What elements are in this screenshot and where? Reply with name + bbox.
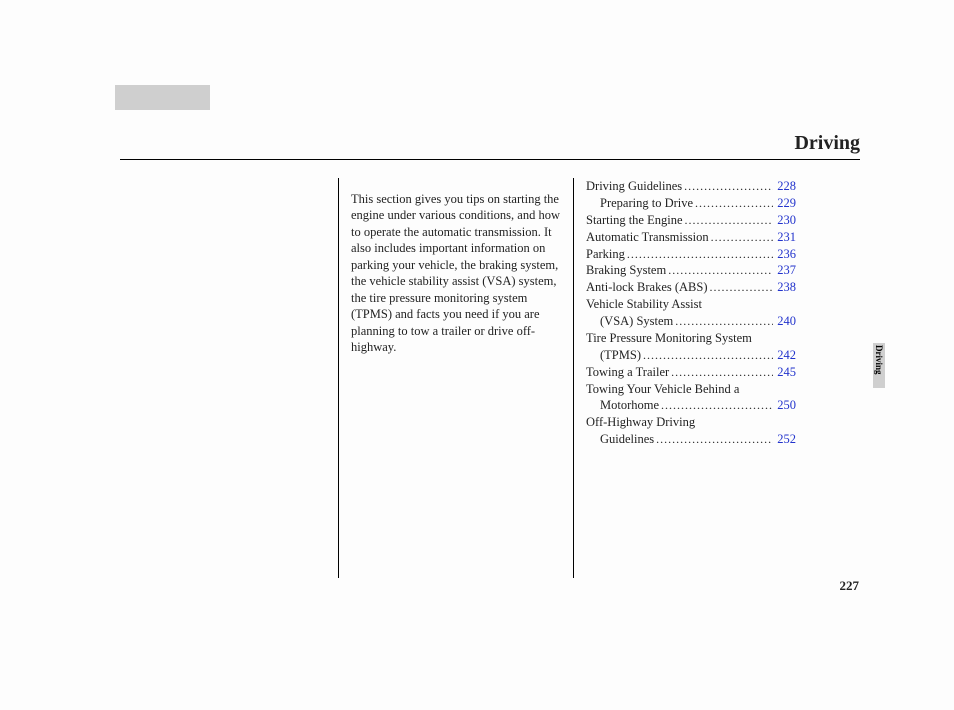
toc-leader — [669, 364, 775, 380]
toc-leader — [625, 246, 775, 262]
toc-page-link[interactable]: 238 — [775, 279, 796, 296]
toc-label: Parking — [586, 246, 625, 263]
toc-entry: Preparing to Drive 229 — [586, 195, 796, 212]
toc-label: Braking System — [586, 262, 666, 279]
toc-entry-cont: Motorhome 250 — [586, 397, 796, 414]
toc-label: Driving Guidelines — [586, 178, 682, 195]
toc-page-link[interactable]: 237 — [775, 262, 796, 279]
toc-page-link[interactable]: 229 — [775, 195, 796, 212]
side-tab-label: Driving — [874, 345, 884, 375]
toc-entry: Anti-lock Brakes (ABS) 238 — [586, 279, 796, 296]
toc-leader — [666, 262, 775, 278]
title-bar: Driving — [120, 132, 860, 160]
toc-entry: Automatic Transmission 231 — [586, 229, 796, 246]
toc-leader — [673, 313, 775, 329]
toc-page-link[interactable]: 245 — [775, 364, 796, 381]
toc-leader — [682, 178, 775, 194]
toc-entry-cont: Guidelines 252 — [586, 431, 796, 448]
toc-label: Motorhome — [586, 397, 659, 414]
toc-label: Starting the Engine — [586, 212, 683, 229]
toc-label: Preparing to Drive — [586, 195, 693, 212]
toc-page-link[interactable]: 230 — [775, 212, 796, 229]
toc-label: Off-Highway Driving — [586, 414, 695, 431]
toc-label: Automatic Transmission — [586, 229, 709, 246]
toc-leader — [708, 279, 776, 295]
toc-entry: Braking System 237 — [586, 262, 796, 279]
toc-entry: Towing a Trailer 245 — [586, 364, 796, 381]
corner-decoration — [115, 85, 210, 110]
intro-column: This section gives you tips on starting … — [339, 178, 573, 578]
toc-label: Towing Your Vehicle Behind a — [586, 381, 739, 398]
toc-label: (VSA) System — [586, 313, 673, 330]
toc-label: (TPMS) — [586, 347, 641, 364]
toc-label: Towing a Trailer — [586, 364, 669, 381]
toc-leader — [709, 229, 776, 245]
toc-entry: Starting the Engine 230 — [586, 212, 796, 229]
toc-entry: Driving Guidelines 228 — [586, 178, 796, 195]
toc-entry: Parking 236 — [586, 246, 796, 263]
toc-entry: Vehicle Stability Assist — [586, 296, 796, 313]
toc-column: Driving Guidelines 228 Preparing to Drive 2… — [574, 178, 808, 578]
toc-leader — [641, 347, 775, 363]
toc-page-link[interactable]: 236 — [775, 246, 796, 263]
toc-entry: Tire Pressure Monitoring System — [586, 330, 796, 347]
toc-label: Guidelines — [586, 431, 654, 448]
page-content: Driving This section gives you tips on s… — [120, 132, 860, 578]
toc-page-link[interactable]: 252 — [775, 431, 796, 448]
toc-label: Tire Pressure Monitoring System — [586, 330, 752, 347]
toc-page-link[interactable]: 231 — [775, 229, 796, 246]
toc-page-link[interactable]: 242 — [775, 347, 796, 364]
toc-leader — [693, 195, 775, 211]
toc-entry-cont: (TPMS) 242 — [586, 347, 796, 364]
toc-leader — [654, 431, 775, 447]
toc-entry-cont: (VSA) System 240 — [586, 313, 796, 330]
toc-page-link[interactable]: 240 — [775, 313, 796, 330]
toc-entry: Off-Highway Driving — [586, 414, 796, 431]
intro-text: This section gives you tips on starting … — [351, 191, 561, 356]
page-title: Driving — [794, 132, 860, 155]
toc-label: Vehicle Stability Assist — [586, 296, 702, 313]
page-number: 227 — [840, 578, 860, 594]
toc-page-link[interactable]: 228 — [775, 178, 796, 195]
toc-page-link[interactable]: 250 — [775, 397, 796, 414]
toc-entry: Towing Your Vehicle Behind a — [586, 381, 796, 398]
toc-leader — [659, 397, 775, 413]
toc-label: Anti-lock Brakes (ABS) — [586, 279, 708, 296]
toc-leader — [683, 212, 776, 228]
